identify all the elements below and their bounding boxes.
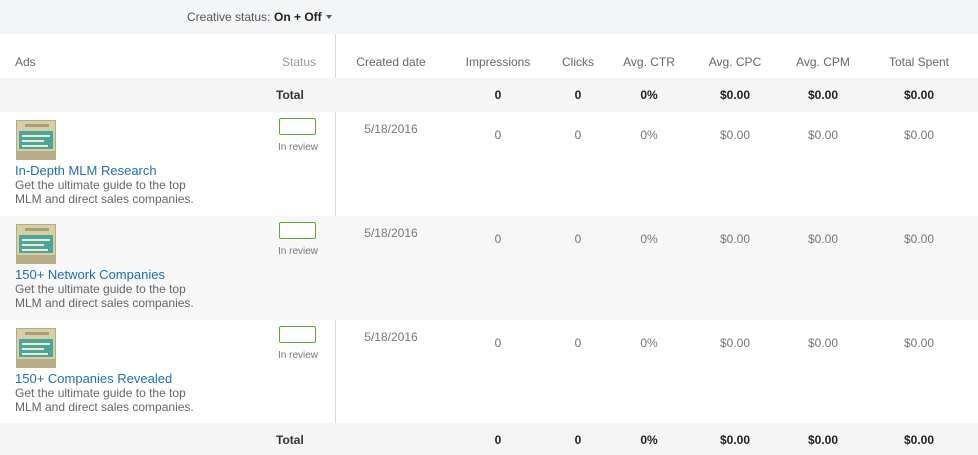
total-clicks: 0 xyxy=(574,433,582,447)
ad-title-link[interactable]: In-Depth MLM Research xyxy=(15,163,157,178)
header-avg-cpm[interactable]: Avg. CPM xyxy=(790,55,856,69)
ad-thumbnail[interactable] xyxy=(16,120,56,160)
ad-thumbnail[interactable] xyxy=(16,224,56,264)
ad-thumbnail[interactable] xyxy=(16,328,56,368)
header-ads[interactable]: Ads xyxy=(15,55,36,69)
total-cpm: $0.00 xyxy=(807,433,839,447)
ad-description: Get the ultimate guide to the top MLM an… xyxy=(15,282,194,310)
avg-ctr: 0% xyxy=(640,232,658,246)
status-toggle[interactable] xyxy=(279,222,316,239)
avg-ctr: 0% xyxy=(640,128,658,142)
total-row-top: Total 0 0 0% $0.00 $0.00 $0.00 xyxy=(0,78,978,112)
total-impressions: 0 xyxy=(494,433,502,447)
filter-bar: Creative status: On + Off xyxy=(0,0,978,34)
clicks: 0 xyxy=(574,336,582,350)
header-status[interactable]: Status xyxy=(282,55,316,69)
impressions: 0 xyxy=(494,128,502,142)
total-label: Total xyxy=(276,88,304,102)
ad-description: Get the ultimate guide to the top MLM an… xyxy=(15,178,194,206)
clicks: 0 xyxy=(574,232,582,246)
status-toggle[interactable] xyxy=(279,118,316,135)
ad-title-link[interactable]: 150+ Companies Revealed xyxy=(15,371,172,386)
status-text: In review xyxy=(278,246,319,257)
total-spent-value: $0.00 xyxy=(903,232,935,246)
ad-title-link[interactable]: 150+ Network Companies xyxy=(15,267,165,282)
total-ctr: 0% xyxy=(640,88,658,102)
total-cpm: $0.00 xyxy=(807,88,839,102)
header-clicks[interactable]: Clicks xyxy=(555,55,601,69)
creative-status-label: Creative status: xyxy=(187,10,271,24)
header-created-date[interactable]: Created date xyxy=(350,55,432,69)
total-cpc: $0.00 xyxy=(719,88,751,102)
total-spent-value: $0.00 xyxy=(903,128,935,142)
creative-status-dropdown[interactable]: On + Off xyxy=(274,10,332,24)
header-avg-ctr[interactable]: Avg. CTR xyxy=(617,55,681,69)
avg-cpc: $0.00 xyxy=(719,232,751,246)
ad-description: Get the ultimate guide to the top MLM an… xyxy=(15,386,194,414)
table-row: 150+ Companies Revealed Get the ultimate… xyxy=(0,320,978,424)
clicks: 0 xyxy=(574,128,582,142)
caret-down-icon xyxy=(325,14,332,19)
status-toggle[interactable] xyxy=(279,326,316,343)
total-spent: $0.00 xyxy=(903,88,935,102)
avg-cpm: $0.00 xyxy=(807,336,839,350)
table-row: 150+ Network Companies Get the ultimate … xyxy=(0,216,978,320)
impressions: 0 xyxy=(494,232,502,246)
created-date: 5/18/2016 xyxy=(364,330,418,344)
total-row-bottom: Total 0 0 0% $0.00 $0.00 $0.00 xyxy=(0,423,978,455)
total-label: Total xyxy=(276,433,304,447)
avg-cpc: $0.00 xyxy=(719,336,751,350)
avg-cpm: $0.00 xyxy=(807,232,839,246)
avg-cpc: $0.00 xyxy=(719,128,751,142)
created-date: 5/18/2016 xyxy=(364,122,418,136)
header-impressions[interactable]: Impressions xyxy=(458,55,538,69)
total-spent-value: $0.00 xyxy=(903,336,935,350)
total-impressions: 0 xyxy=(494,88,502,102)
status-text: In review xyxy=(278,142,319,153)
creative-status-value: On + Off xyxy=(274,10,322,24)
header-avg-cpc[interactable]: Avg. CPC xyxy=(702,55,768,69)
table-row: In-Depth MLM Research Get the ultimate g… xyxy=(0,112,978,216)
status-text: In review xyxy=(278,350,319,361)
total-clicks: 0 xyxy=(574,88,582,102)
total-cpc: $0.00 xyxy=(719,433,751,447)
header-total-spent[interactable]: Total Spent xyxy=(880,55,958,69)
total-ctr: 0% xyxy=(640,433,658,447)
impressions: 0 xyxy=(494,336,502,350)
total-spent: $0.00 xyxy=(903,433,935,447)
created-date: 5/18/2016 xyxy=(364,226,418,240)
avg-ctr: 0% xyxy=(640,336,658,350)
avg-cpm: $0.00 xyxy=(807,128,839,142)
